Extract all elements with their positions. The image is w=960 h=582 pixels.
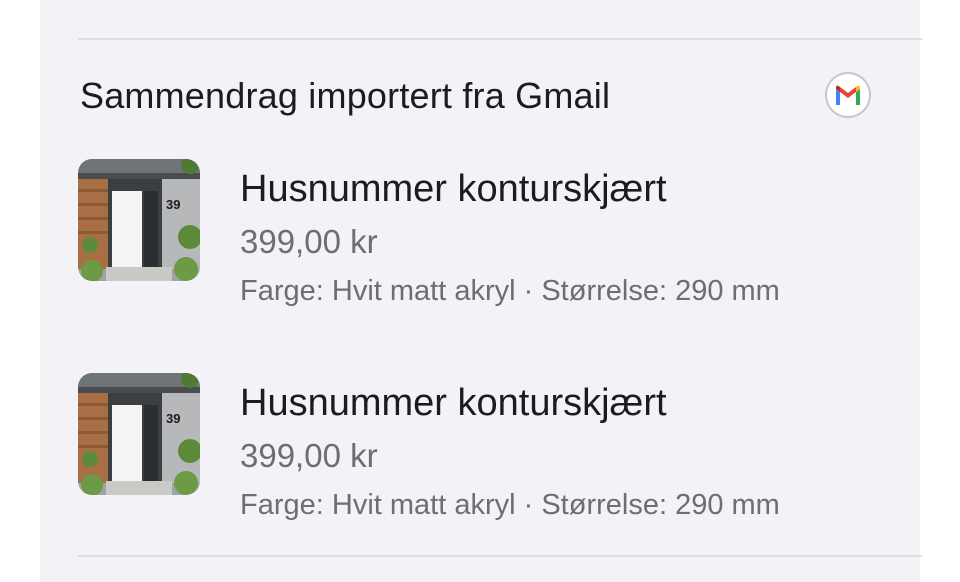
order-summary-panel: Sammendrag importert fra Gmail 39 Husnum… (40, 0, 922, 582)
item-title: Husnummer konturskjært (240, 168, 667, 210)
gmail-icon[interactable] (825, 72, 871, 118)
house-door-photo: 39 (78, 159, 200, 281)
gmail-logo-icon (836, 85, 860, 105)
bottom-divider (78, 555, 922, 557)
list-item[interactable]: 39 Husnummer konturskjært 399,00 kr Farg… (78, 371, 922, 521)
item-price: 399,00 kr (240, 223, 378, 260)
item-title: Husnummer konturskjært (240, 382, 667, 424)
list-item[interactable]: 39 Husnummer konturskjært 399,00 kr Farg… (78, 157, 922, 307)
item-details: Farge: Hvit matt akryl · Størrelse: 290 … (240, 489, 780, 521)
house-door-photo: 39 (78, 373, 200, 495)
section-title: Sammendrag importert fra Gmail (80, 75, 611, 116)
item-price: 399,00 kr (240, 437, 378, 474)
item-details: Farge: Hvit matt akryl · Størrelse: 290 … (240, 275, 780, 307)
top-divider (78, 38, 922, 40)
svg-text:39: 39 (166, 197, 180, 212)
svg-text:39: 39 (166, 411, 180, 426)
